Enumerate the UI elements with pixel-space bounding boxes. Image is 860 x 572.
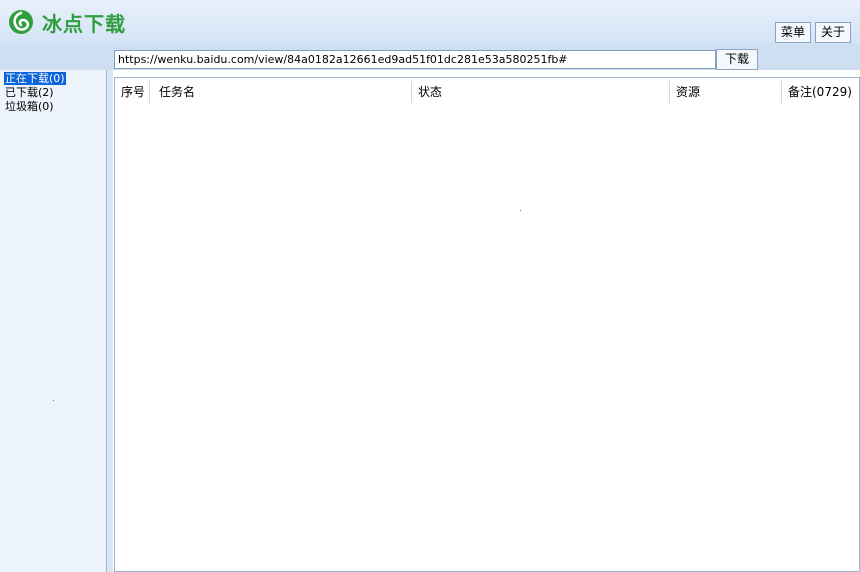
sidebar-item-downloaded[interactable]: 已下载(2) — [4, 86, 55, 99]
app-title: 冰点下载 — [42, 12, 126, 36]
panel-splitter[interactable] — [107, 70, 113, 572]
column-divider[interactable] — [149, 81, 150, 103]
column-divider[interactable] — [781, 81, 782, 103]
task-list-panel: 序号 任务名 状态 资源 备注(0729) — [114, 77, 860, 572]
column-header-index[interactable]: 序号 — [121, 85, 145, 99]
logo-icon — [9, 10, 33, 34]
sidebar: 正在下载(0) 已下载(2) 垃圾箱(0) — [0, 70, 107, 572]
column-divider[interactable] — [669, 81, 670, 103]
app-header: 冰点下载 菜单 关于 — [0, 0, 860, 44]
column-header-task-name[interactable]: 任务名 — [159, 85, 195, 99]
decor-dot — [53, 400, 54, 401]
about-button[interactable]: 关于 — [815, 22, 852, 43]
url-input[interactable] — [114, 50, 716, 69]
table-header: 序号 任务名 状态 资源 备注(0729) — [115, 78, 859, 106]
sidebar-item-trash[interactable]: 垃圾箱(0) — [4, 100, 55, 113]
column-header-source[interactable]: 资源 — [676, 85, 700, 99]
column-header-status[interactable]: 状态 — [418, 85, 442, 99]
column-divider[interactable] — [411, 81, 412, 103]
menu-button[interactable]: 菜单 — [775, 22, 812, 43]
decor-dot — [520, 210, 521, 211]
column-header-notes[interactable]: 备注(0729) — [788, 85, 852, 99]
sidebar-item-downloading[interactable]: 正在下载(0) — [4, 72, 66, 85]
download-button[interactable]: 下载 — [716, 49, 758, 70]
